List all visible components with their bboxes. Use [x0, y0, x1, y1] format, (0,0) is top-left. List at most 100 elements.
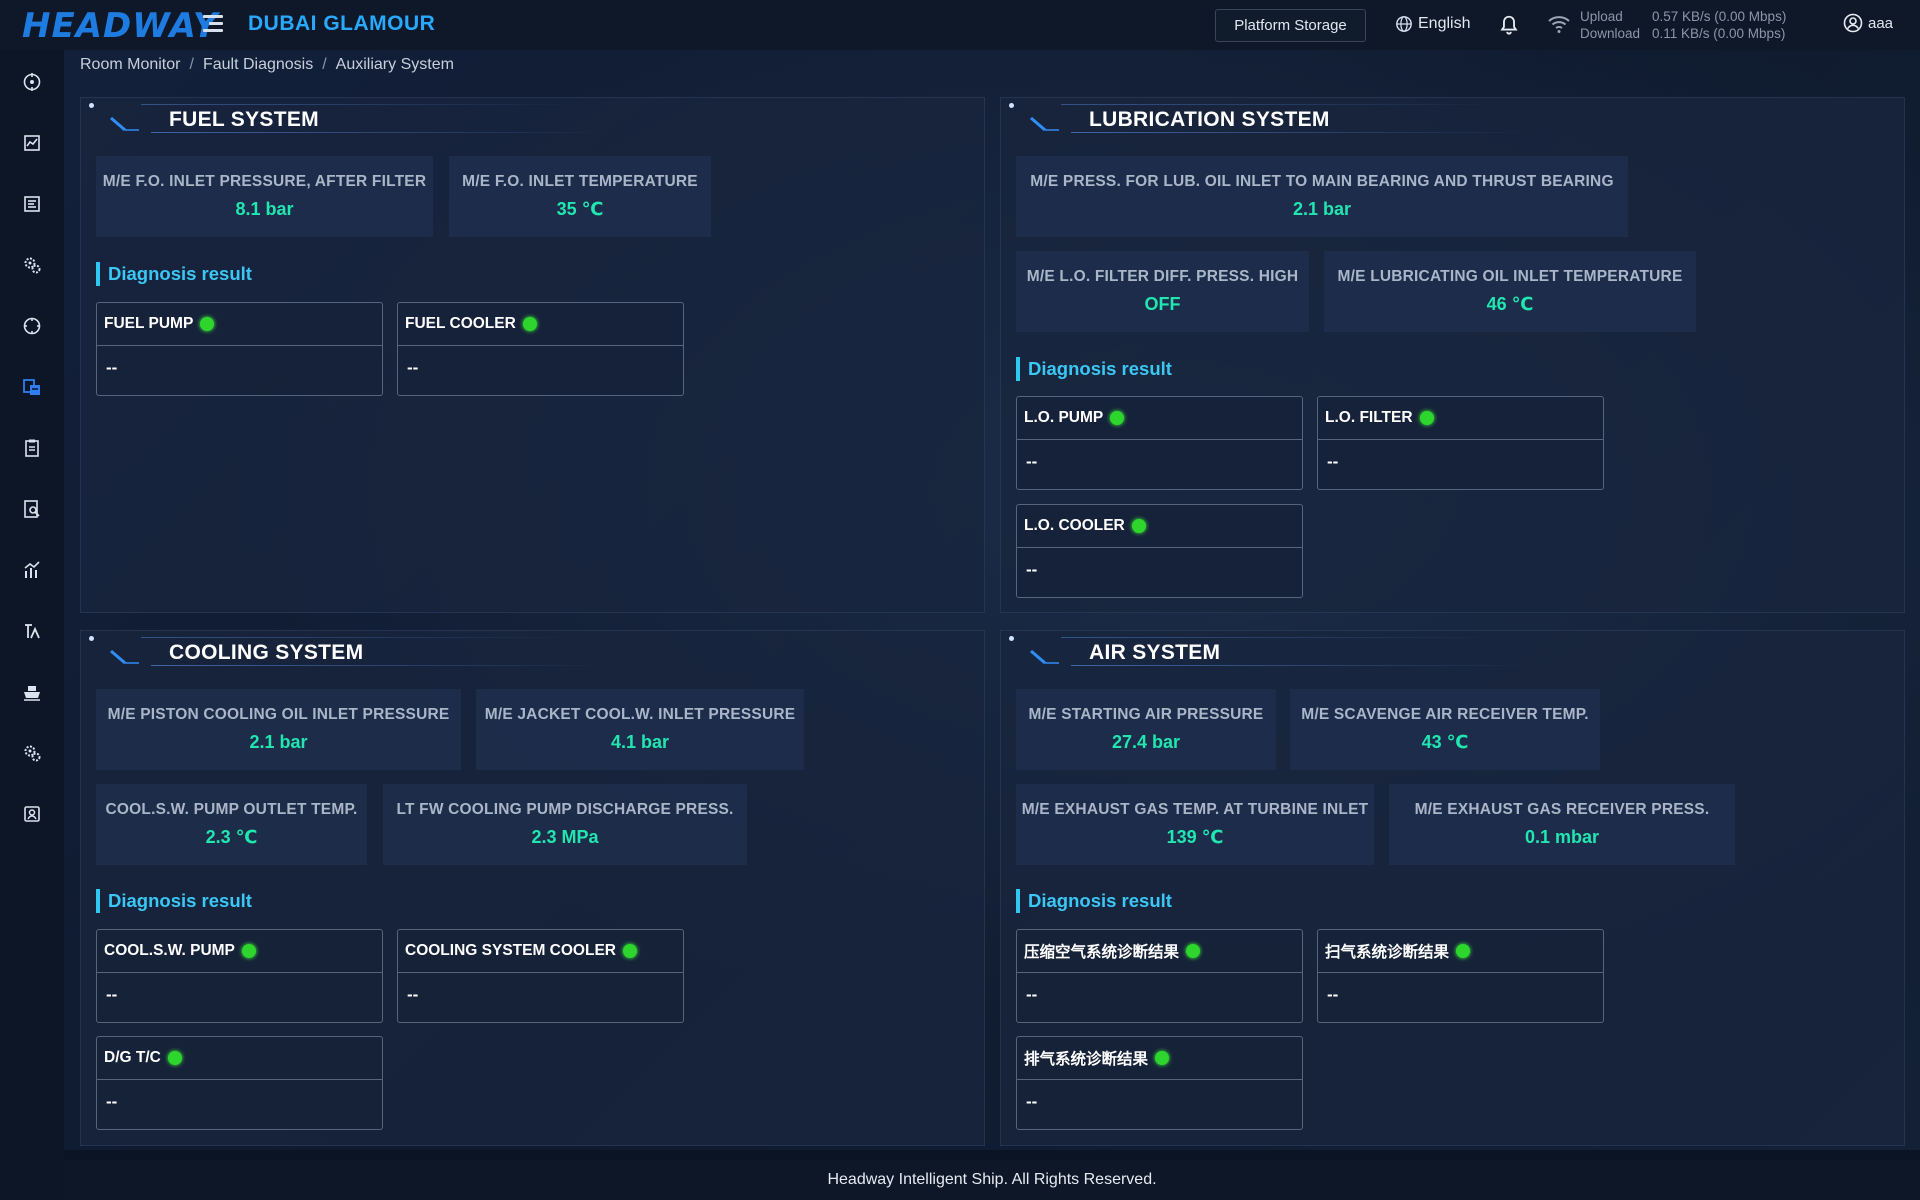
ship-name: DUBAI GLAMOUR [248, 12, 436, 35]
panel-title: COOLING SYSTEM [169, 641, 364, 664]
metric-label: M/E F.O. INLET TEMPERATURE [462, 173, 698, 190]
user-icon [1843, 13, 1863, 33]
headway-logo[interactable]: HEADWAY [22, 6, 219, 46]
ship-icon [24, 686, 40, 701]
sidebar-item-trend[interactable] [21, 559, 43, 581]
status-ok-indicator [1155, 1051, 1170, 1065]
tools-icon [25, 624, 40, 639]
chart-icon [24, 135, 40, 151]
diagnosis-card-name: FUEL PUMP [104, 315, 194, 332]
sidebar-item-clipboard[interactable] [21, 437, 43, 459]
metric-card: M/E SCAVENGE AIR RECEIVER TEMP. 43 ℃ [1290, 689, 1600, 770]
diagnosis-card: COOL.S.W. PUMP -- [96, 929, 383, 1023]
metric-label: M/E L.O. FILTER DIFF. PRESS. HIGH [1026, 268, 1299, 285]
platform-storage-button[interactable]: Platform Storage [1215, 9, 1366, 42]
breadcrumb: Room Monitor / Fault Diagnosis / Auxilia… [80, 56, 454, 74]
status-ok-indicator [200, 317, 215, 331]
diagnosis-result-title: Diagnosis result [96, 889, 252, 913]
metric-card: M/E L.O. FILTER DIFF. PRESS. HIGH OFF [1016, 251, 1309, 332]
sidebar [0, 50, 64, 1200]
metric-card: M/E JACKET COOL.W. INLET PRESSURE 4.1 ba… [476, 689, 804, 770]
bell-icon[interactable] [1498, 13, 1520, 37]
metric-card: M/E PRESS. FOR LUB. OIL INLET TO MAIN BE… [1016, 156, 1628, 237]
trend-icon [24, 561, 40, 578]
sidebar-item-diagnosis[interactable] [21, 376, 43, 398]
panel-header-decor-icon [1030, 649, 1059, 665]
clipboard-icon [25, 439, 39, 457]
diagnosis-result-title: Diagnosis result [96, 262, 252, 286]
user-card-icon [24, 806, 40, 822]
sidebar-item-ship[interactable] [21, 681, 43, 703]
diagnosis-card-name: 压缩空气系统诊断结果 [1024, 944, 1180, 961]
diagnosis-card: COOLING SYSTEM COOLER -- [397, 929, 684, 1023]
sidebar-item-user-card[interactable] [21, 803, 43, 825]
panel-header: FUEL SYSTEM [81, 98, 984, 134]
diagnosis-result-title: Diagnosis result [1016, 889, 1172, 913]
diagnosis-card-name: 扫气系统诊断结果 [1325, 944, 1450, 961]
network-status: Upload 0.57 KB/s (0.00 Mbps) Download 0.11… [1580, 8, 1786, 42]
target-icon [23, 73, 41, 91]
metric-label: M/E F.O. INLET PRESSURE, AFTER FILTER [102, 173, 427, 190]
metric-card: COOL.S.W. PUMP OUTLET TEMP. 2.3 ℃ [96, 784, 367, 865]
metric-label: M/E JACKET COOL.W. INLET PRESSURE [484, 706, 796, 723]
sidebar-item-report[interactable] [21, 193, 43, 215]
gears-icon [24, 257, 41, 274]
breadcrumb-separator: / [322, 56, 327, 73]
diagnosis-card-name: FUEL COOLER [405, 315, 516, 332]
diagnosis-card-result: -- [407, 985, 419, 1004]
sidebar-item-compass[interactable] [21, 315, 43, 337]
metric-card: LT FW COOLING PUMP DISCHARGE PRESS. 2.3 … [383, 784, 747, 865]
metric-label: COOL.S.W. PUMP OUTLET TEMP. [105, 801, 358, 818]
metric-card: M/E PISTON COOLING OIL INLET PRESSURE 2.… [96, 689, 461, 770]
diagnosis-card-result: -- [1327, 985, 1339, 1004]
search-doc-icon [24, 500, 40, 518]
metric-value: 0.1 mbar [1524, 827, 1600, 847]
diagnosis-card: L.O. FILTER -- [1317, 396, 1604, 490]
breadcrumb-room-monitor[interactable]: Room Monitor [80, 56, 180, 74]
metric-value: 8.1 bar [235, 199, 294, 219]
panel-header-decor-icon [110, 649, 139, 665]
status-ok-indicator [522, 317, 537, 331]
sidebar-item-settings[interactable] [21, 742, 43, 764]
diagnosis-card: D/G T/C -- [96, 1036, 383, 1130]
diagnosis-card-name: L.O. FILTER [1325, 409, 1413, 426]
user-name: aaa [1868, 14, 1894, 32]
panel-header: AIR SYSTEM [1001, 631, 1904, 667]
status-ok-indicator [167, 1051, 182, 1065]
settings-icon [24, 745, 41, 762]
metric-card: M/E STARTING AIR PRESSURE 27.4 bar [1016, 689, 1276, 770]
metric-value: 2.1 bar [1292, 199, 1352, 219]
breadcrumb-fault-diagnosis[interactable]: Fault Diagnosis [203, 56, 313, 74]
metric-card: M/E EXHAUST GAS RECEIVER PRESS. 0.1 mbar [1389, 784, 1735, 865]
diagnosis-card-name: 排气系统诊断结果 [1024, 1051, 1149, 1068]
sidebar-item-target[interactable] [21, 71, 43, 93]
sidebar-item-chart[interactable] [21, 132, 43, 154]
upload-label: Upload [1580, 9, 1623, 24]
sidebar-item-search-doc[interactable] [21, 498, 43, 520]
lubrication-system-panel: LUBRICATION SYSTEM M/E PRESS. FOR LUB. O… [1000, 97, 1905, 613]
panel-header-decor-icon [1030, 116, 1059, 132]
download-value: 0.11 KB/s (0.00 Mbps) [1652, 26, 1786, 41]
metric-value: 139 ℃ [1166, 827, 1224, 847]
diagnosis-card-result: -- [1026, 985, 1038, 1004]
panel-title: AIR SYSTEM [1089, 641, 1221, 664]
menu-toggle-icon[interactable] [203, 15, 223, 35]
metric-card: M/E F.O. INLET PRESSURE, AFTER FILTER 8.… [96, 156, 433, 237]
status-ok-indicator [1186, 944, 1201, 958]
diagnosis-card: L.O. COOLER -- [1016, 504, 1303, 598]
sidebar-item-gears[interactable] [21, 254, 43, 276]
metric-label: M/E PISTON COOLING OIL INLET PRESSURE [107, 706, 450, 723]
upload-value: 0.57 KB/s (0.00 Mbps) [1652, 9, 1787, 24]
panel-title: LUBRICATION SYSTEM [1089, 108, 1330, 131]
status-ok-indicator [622, 944, 637, 958]
report-icon [24, 196, 40, 212]
diagnosis-card: 排气系统诊断结果 -- [1016, 1036, 1303, 1130]
diagnosis-card: FUEL COOLER -- [397, 302, 684, 396]
sidebar-item-tools[interactable] [21, 620, 43, 642]
metric-value: 2.3 MPa [531, 827, 599, 847]
metric-value: OFF [1144, 294, 1181, 314]
metric-label: M/E LUBRICATING OIL INLET TEMPERATURE [1337, 268, 1683, 285]
language-selector[interactable]: English [1395, 15, 1470, 33]
user-menu[interactable]: aaa [1843, 13, 1893, 33]
diagnosis-card-result: -- [106, 1092, 118, 1111]
